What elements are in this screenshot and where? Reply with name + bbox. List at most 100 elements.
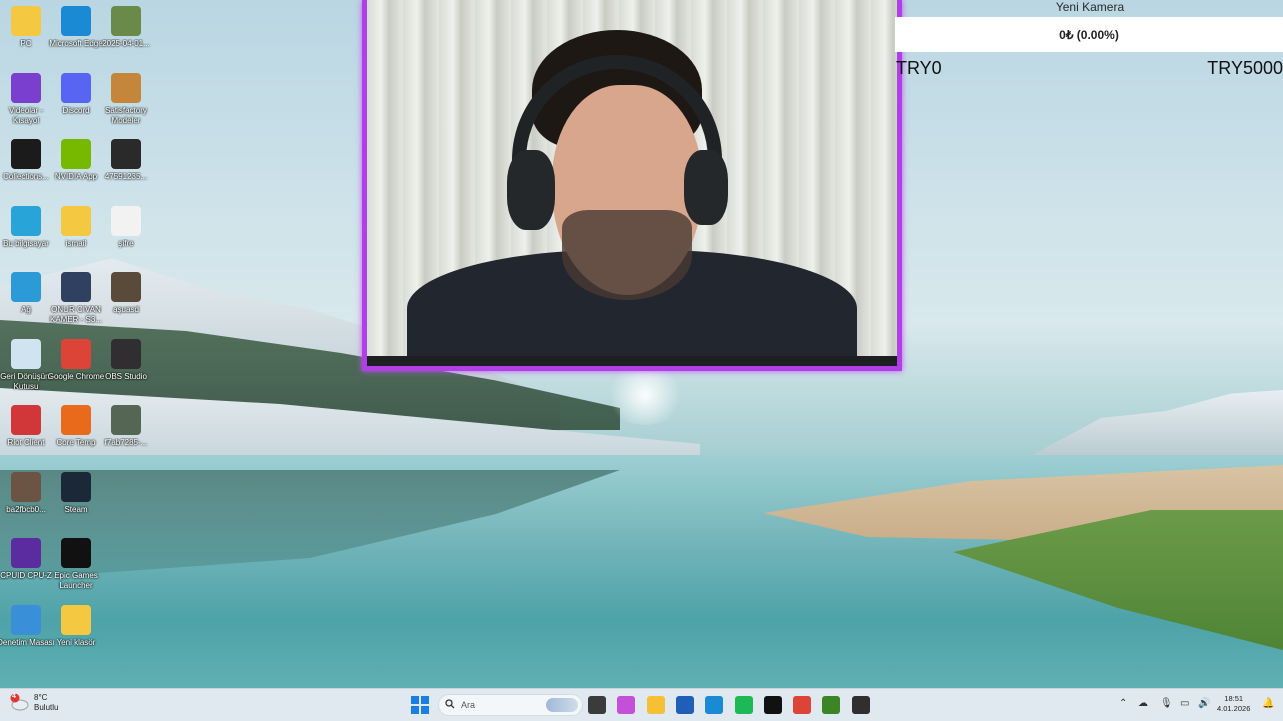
desktop-icon[interactable]: Geri Dönüşüm Kutusu [0,338,52,403]
goal-max-label: TRY5000 [1207,58,1283,78]
folder-icon [61,205,91,236]
folder-icon [11,6,41,36]
apple-tv-icon[interactable] [763,696,782,714]
weather-temp: 8°C [34,693,48,702]
cpuz-icon [11,538,41,568]
desktop-icon[interactable]: Yeni klasör [50,604,102,669]
goal-amount: 0₺ (0.00%) [1059,27,1119,42]
desktop-icon-label: 47591235... [104,172,148,181]
desktop-icon[interactable]: ONUR CIVAN KAMER - S3... [50,272,102,336]
weather-desc: Bulutlu [34,703,59,712]
search-placeholder: Ara [461,700,476,710]
desktop-icon[interactable]: Videolar - Kısayol [0,72,52,137]
microsoft-store-icon[interactable] [675,696,694,714]
webcam-person [507,30,728,310]
weather-widget[interactable]: 4 8°C Bulutlu [8,693,58,713]
desktop-icon[interactable]: 47591235... [100,139,152,203]
minecraft-icon[interactable] [822,696,841,714]
desktop-icon-label: f7ab7285-... [104,438,148,447]
desktop-icon[interactable]: Collections... [0,139,52,203]
chrome-icon[interactable] [793,696,812,714]
folder-icon [61,604,91,635]
taskbar-clock[interactable]: 18:51 4.01.2026 [1217,694,1250,714]
desktop-icon-label: aşuasd [113,305,139,314]
discord-icon [61,72,91,103]
microphone-icon[interactable]: 🎙 [1160,698,1173,709]
taskbar: 4 8°C Bulutlu Ara ⌃ ☁ 🎙 ▭ 🔊 18:51 4.01.2… [0,688,1283,721]
nvidia-icon [61,139,91,169]
onedrive-icon[interactable]: ☁ [1138,698,1148,709]
desktop-icon-label: şifre [118,238,134,248]
notification-bell-icon[interactable]: 🔔 [1262,698,1274,709]
desktop-icon[interactable]: ba2fbcb0... [0,471,52,536]
desktop-icon-label: OBS Studio [105,371,147,381]
desktop-icon[interactable]: Core Temp [50,405,102,469]
desktop-icon[interactable]: aşuasd [100,272,152,336]
desktop-icon[interactable]: şifre [100,205,152,270]
desktop-icon-label: Yeni klasör [56,637,96,647]
desktop-icon[interactable]: f7ab7285-... [100,405,152,469]
riot-icon [11,405,41,435]
satisfactory-icon [111,72,141,103]
desktop-icon[interactable]: Steam [50,471,102,536]
text-file-icon [111,205,141,236]
desktop-icon[interactable]: CPUID CPU-Z [0,538,52,602]
edge-icon[interactable] [705,696,724,714]
desktop-icon[interactable]: Satisfactory Modeler [100,72,152,137]
desktop-icon[interactable]: Bu bilgisayar [0,205,52,270]
clock-date: 4.01.2026 [1217,704,1251,713]
network-icon [11,272,41,302]
this-pc-icon [11,205,41,236]
steam-icon [61,471,91,502]
volume-icon[interactable]: 🔊 [1198,698,1210,709]
core-temp-icon [61,405,91,435]
desktop-icon-label: Satisfactory Modeler [105,105,147,125]
desktop-icon[interactable]: ismail [50,205,102,270]
search-highlight-icon [546,698,578,712]
desktop-icon[interactable]: 2025-04-01... [100,6,152,70]
wallpaper-sun [605,365,685,425]
webcam-overlay [362,0,902,371]
start-button[interactable] [411,696,429,714]
image-file-icon [11,471,41,502]
wallpaper-mountain-right [1023,390,1283,460]
image-file-icon [111,272,141,302]
recycle-bin-icon [11,338,41,369]
desktop-icon[interactable]: Denetim Masası [0,604,55,669]
cloud-icon: 4 [8,693,30,713]
obs-icon[interactable] [851,696,870,714]
image-file-icon [61,272,91,302]
image-file-icon [111,139,141,169]
obs-icon [111,338,141,369]
desktop-icon[interactable]: OBS Studio [100,338,152,403]
desktop-icon[interactable]: PC [0,6,52,70]
desktop-icon[interactable]: Microsoft Edge [49,6,103,70]
desktop-icon[interactable]: Discord [50,72,102,137]
spotify-icon[interactable] [734,696,753,714]
network-icon[interactable]: ▭ [1180,698,1189,709]
desktop-icon[interactable]: Riot Client [0,405,52,469]
goal-progress-bar: 0₺ (0.00%) [895,17,1283,52]
taskbar-search[interactable]: Ara [438,694,583,716]
desktop-icon[interactable]: Google Chrome [48,338,104,403]
image-file-icon [111,405,141,435]
desktop-icon[interactable]: NVIDIA App [50,139,102,203]
control-panel-icon [11,604,41,635]
desktop-icon[interactable]: Epic Games Launcher [50,538,102,602]
search-icon [445,696,455,714]
goal-min-label: TRY0 [896,58,942,78]
task-view-icon[interactable] [588,696,606,714]
edge-icon [61,6,91,36]
desktop-icon-label: 2025-04-01... [102,39,150,48]
videos-icon [11,72,41,103]
clock-time: 18:51 [1224,694,1244,703]
file-explorer-icon[interactable] [646,696,665,714]
desktop-icon[interactable]: Ağ [0,272,52,336]
chevron-up-icon[interactable]: ⌃ [1119,698,1127,709]
copilot-icon[interactable] [617,696,636,714]
desktop-icon-label: Steam [64,504,88,514]
desktop-icon-label: Epic Games Launcher [54,571,98,590]
image-file-icon [111,6,141,36]
weather-badge: 4 [12,693,16,700]
goal-title: Yeni Kamera [1055,0,1125,14]
